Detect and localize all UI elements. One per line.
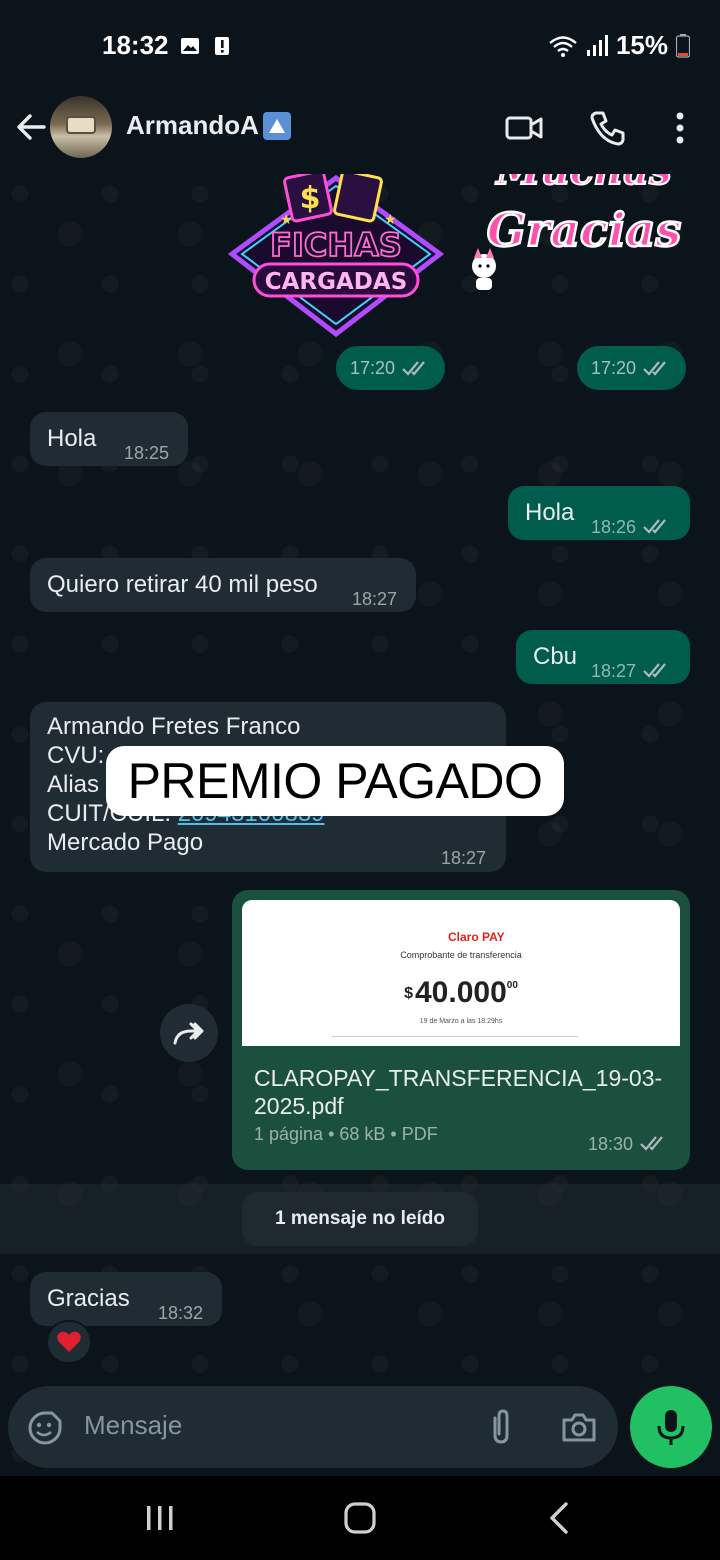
gallery-notification-icon	[181, 38, 199, 54]
neon-line-1: FICHAS	[270, 226, 402, 264]
voice-call-icon[interactable]	[588, 108, 628, 148]
contact-name: ArmandoA	[126, 110, 259, 140]
up-triangle-emoji-icon	[262, 111, 291, 140]
bank-line: Mercado Pago	[47, 829, 204, 856]
voice-record-button[interactable]	[630, 1386, 712, 1468]
read-ticks-icon	[643, 361, 666, 376]
fichas-cargadas-sticker[interactable]: $ ★ ★ FICHAS CARGADAS	[226, 174, 446, 340]
battery-icon	[676, 33, 690, 58]
chat-header: ArmandoA	[0, 92, 720, 174]
read-ticks-icon	[402, 361, 425, 376]
attach-icon[interactable]	[482, 1408, 520, 1446]
unread-label: 1 mensaje no leído	[242, 1192, 478, 1246]
signal-icon	[586, 34, 608, 56]
document-filename: CLAROPAY_TRANSFERENCIA_19-03-2025.pdf	[254, 1065, 663, 1119]
wifi-icon	[549, 35, 577, 57]
chat-area[interactable]: $ ★ ★ FICHAS CARGADAS Muchas Gracias 17:…	[0, 174, 720, 1474]
doc-divider	[332, 1036, 578, 1037]
heart-icon	[57, 1331, 81, 1352]
notification-icons	[180, 36, 232, 56]
message-bubble-incoming[interactable]: Gracias 18:32	[30, 1272, 222, 1326]
pink-bottom-text: Gracias	[487, 203, 682, 257]
document-message[interactable]: Claro PAY Comprobante de transferencia $…	[232, 890, 690, 1170]
video-call-icon[interactable]	[504, 108, 544, 148]
system-status: 15%	[548, 30, 690, 61]
home-icon[interactable]	[340, 1498, 380, 1538]
message-bubble-outgoing[interactable]: Cbu 18:27	[516, 630, 690, 684]
svg-text:$: $	[300, 181, 321, 216]
document-meta: 1 página • 68 kB • PDF	[254, 1124, 438, 1144]
read-ticks-icon	[640, 1136, 663, 1151]
neon-line-2: CARGADAS	[265, 269, 408, 295]
forward-button[interactable]	[160, 1004, 218, 1062]
battery-level: 15%	[615, 30, 668, 60]
camera-icon[interactable]	[560, 1408, 598, 1446]
doc-amount: $40.00000	[404, 976, 518, 1009]
more-options-icon[interactable]	[660, 108, 700, 148]
doc-subtitle: Comprobante de transferencia	[400, 950, 522, 960]
muchas-gracias-sticker[interactable]: Muchas Gracias	[466, 174, 696, 294]
sticker-icon[interactable]	[26, 1408, 64, 1446]
status-bar: 18:32 15%	[0, 0, 720, 92]
message-bubble-incoming[interactable]: Hola 18:25	[30, 412, 188, 466]
pink-top-text: Muchas	[494, 174, 671, 194]
premio-pagado-overlay: PREMIO PAGADO	[106, 746, 564, 816]
forward-icon	[173, 1022, 204, 1045]
contact-name-container[interactable]: ArmandoA	[126, 110, 291, 141]
back-nav-icon[interactable]	[540, 1498, 580, 1538]
sticker-timestamp-2: 17:20	[577, 346, 687, 390]
message-input[interactable]: Mensaje	[84, 1410, 182, 1441]
doc-brand: Claro PAY	[448, 930, 505, 944]
doc-date: 19 de Marzo a las 18:29hs	[419, 1018, 503, 1025]
status-time: 18:32	[102, 30, 169, 60]
message-bubble-incoming[interactable]: Quiero retirar 40 mil peso 18:27	[30, 558, 416, 612]
microphone-icon	[657, 1410, 685, 1445]
read-ticks-icon	[643, 519, 666, 534]
message-input-bar[interactable]: Mensaje	[8, 1386, 618, 1468]
sticker-timestamp-1: 17:20	[336, 346, 446, 390]
read-ticks-icon	[643, 663, 666, 678]
recent-apps-icon[interactable]	[140, 1498, 180, 1538]
avatar[interactable]	[50, 96, 112, 158]
account-holder-name: Armando Fretes Franco	[47, 713, 301, 740]
message-bubble-outgoing[interactable]: Hola 18:26	[508, 486, 690, 540]
back-arrow-icon[interactable]	[14, 110, 48, 144]
system-nav-bar	[0, 1476, 720, 1560]
document-preview[interactable]: Claro PAY Comprobante de transferencia $…	[242, 900, 680, 1046]
alert-notification-icon	[215, 37, 229, 55]
heart-reaction[interactable]	[46, 1320, 92, 1364]
